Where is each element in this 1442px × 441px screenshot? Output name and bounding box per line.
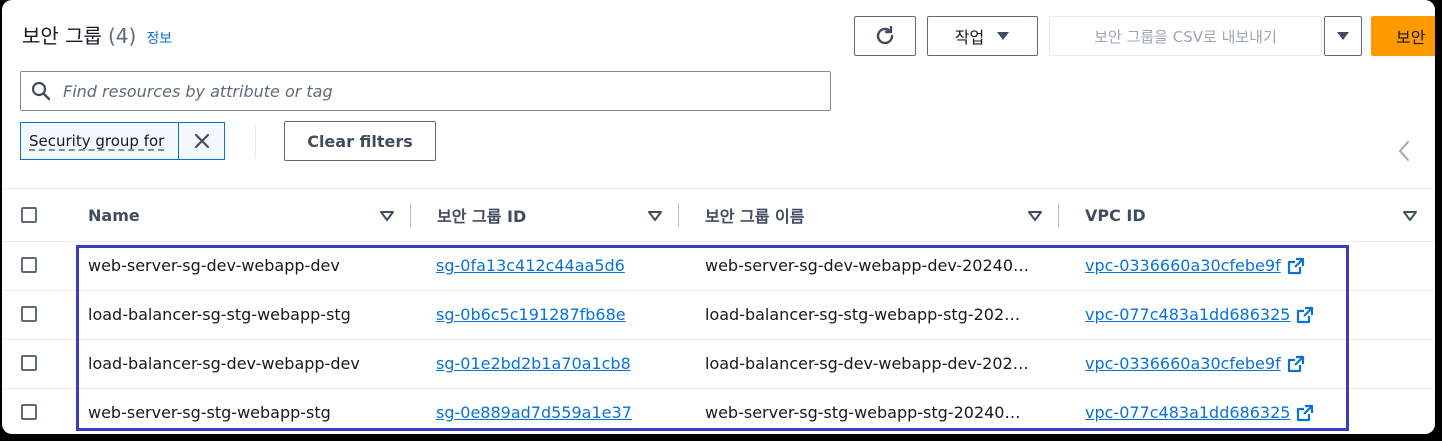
table-row[interactable]: load-balancer-sg-stg-webapp-stg sg-0b6c5… <box>2 290 1435 340</box>
select-all-checkbox[interactable] <box>21 207 37 223</box>
clear-filters-button[interactable]: Clear filters <box>284 121 436 161</box>
vpc-id-link[interactable]: vpc-077c483a1dd686325 <box>1085 305 1290 324</box>
sg-name-cell: web-server-sg-dev-webapp-dev-20240… <box>705 256 1030 275</box>
actions-dropdown[interactable]: 작업 <box>927 16 1038 56</box>
chevron-left-icon <box>1399 141 1409 161</box>
create-label: 보안 <box>1396 28 1426 47</box>
clear-filters-label: Clear filters <box>307 131 413 151</box>
external-link-icon[interactable] <box>1287 355 1305 373</box>
group-count: (4) <box>107 24 137 48</box>
row-checkbox[interactable] <box>21 306 37 322</box>
info-link[interactable]: 정보 <box>146 31 172 47</box>
search-field[interactable] <box>20 71 831 111</box>
row-checkbox[interactable] <box>21 404 37 420</box>
vpc-id-cell: vpc-077c483a1dd686325 <box>1085 388 1314 434</box>
external-link-icon[interactable] <box>1287 257 1305 275</box>
sg-id-link[interactable]: sg-0b6c5c191287fb68e <box>436 290 626 339</box>
title-text: 보안 그룹 <box>22 24 102 48</box>
row-checkbox[interactable] <box>21 355 37 371</box>
vpc-id-cell: vpc-0336660a30cfebe9f <box>1085 241 1305 290</box>
search-input[interactable] <box>61 80 825 102</box>
vpc-id-cell: vpc-0336660a30cfebe9f <box>1085 339 1305 388</box>
column-divider[interactable] <box>410 203 411 227</box>
export-csv-button[interactable]: 보안 그룹을 CSV로 내보내기 <box>1049 16 1322 56</box>
sg-id-link[interactable]: sg-01e2bd2b1a70a1cb8 <box>436 339 631 388</box>
export-csv-label: 보안 그룹을 CSV로 내보내기 <box>1094 27 1277 46</box>
refresh-icon <box>876 25 894 45</box>
vpc-id-link[interactable]: vpc-0336660a30cfebe9f <box>1085 256 1281 275</box>
sort-caret-icon[interactable] <box>648 211 662 221</box>
sg-id-link[interactable]: sg-0fa13c412c44aa5d6 <box>436 241 625 290</box>
page-title: 보안 그룹 (4) 정보 <box>22 20 172 49</box>
sort-caret-icon[interactable] <box>380 211 394 221</box>
filter-token: Security group for <box>20 122 225 160</box>
column-header-name[interactable]: Name <box>88 189 140 241</box>
name-cell: web-server-sg-stg-webapp-stg <box>88 403 331 422</box>
refresh-button[interactable] <box>854 16 916 56</box>
create-security-group-button[interactable]: 보안 <box>1371 16 1435 56</box>
vpc-id-cell: vpc-077c483a1dd686325 <box>1085 290 1314 339</box>
sg-name-cell: web-server-sg-stg-webapp-stg-20240… <box>705 403 1021 422</box>
column-header-sg-name[interactable]: 보안 그룹 이름 <box>705 189 804 241</box>
caret-down-icon <box>1337 32 1349 40</box>
external-link-icon[interactable] <box>1296 306 1314 324</box>
sg-name-cell: load-balancer-sg-dev-webapp-dev-202… <box>705 354 1029 373</box>
search-icon <box>31 81 51 101</box>
name-cell: web-server-sg-dev-webapp-dev <box>88 256 340 275</box>
table-row[interactable]: web-server-sg-dev-webapp-dev sg-0fa13c41… <box>2 241 1435 291</box>
table-header: Name 보안 그룹 ID 보안 그룹 이름 VPC ID <box>2 188 1435 242</box>
table-row[interactable]: load-balancer-sg-dev-webapp-dev sg-01e2b… <box>2 339 1435 389</box>
actions-label: 작업 <box>954 28 985 47</box>
table-row[interactable]: web-server-sg-stg-webapp-stg sg-0e889ad7… <box>2 388 1435 434</box>
close-icon <box>194 133 209 149</box>
sort-caret-icon[interactable] <box>1403 211 1417 221</box>
divider <box>255 125 256 159</box>
security-groups-panel: 보안 그룹(4) 정보 작업 보안 그룹을 CSV로 내보내기 보안 Securi… <box>2 0 1435 434</box>
sg-name-cell: load-balancer-sg-stg-webapp-stg-202… <box>705 305 1021 324</box>
name-cell: load-balancer-sg-stg-webapp-stg <box>88 305 351 324</box>
caret-down-icon <box>997 32 1010 40</box>
external-link-icon[interactable] <box>1296 404 1314 422</box>
column-header-vpc-id[interactable]: VPC ID <box>1085 189 1146 241</box>
vpc-id-link[interactable]: vpc-0336660a30cfebe9f <box>1085 354 1281 373</box>
column-divider[interactable] <box>678 203 679 227</box>
column-divider[interactable] <box>1058 203 1059 227</box>
sg-id-link[interactable]: sg-0e889ad7d559a1e37 <box>436 388 632 434</box>
name-cell: load-balancer-sg-dev-webapp-dev <box>88 354 360 373</box>
export-options-dropdown[interactable] <box>1324 16 1362 56</box>
column-header-sg-id[interactable]: 보안 그룹 ID <box>437 189 526 241</box>
vpc-id-link[interactable]: vpc-077c483a1dd686325 <box>1085 403 1290 422</box>
row-checkbox[interactable] <box>21 257 37 273</box>
remove-filter-button[interactable] <box>179 123 224 159</box>
collapse-panel-button[interactable] <box>1398 140 1410 166</box>
filter-token-label[interactable]: Security group for <box>21 123 179 159</box>
sort-caret-icon[interactable] <box>1028 211 1042 221</box>
